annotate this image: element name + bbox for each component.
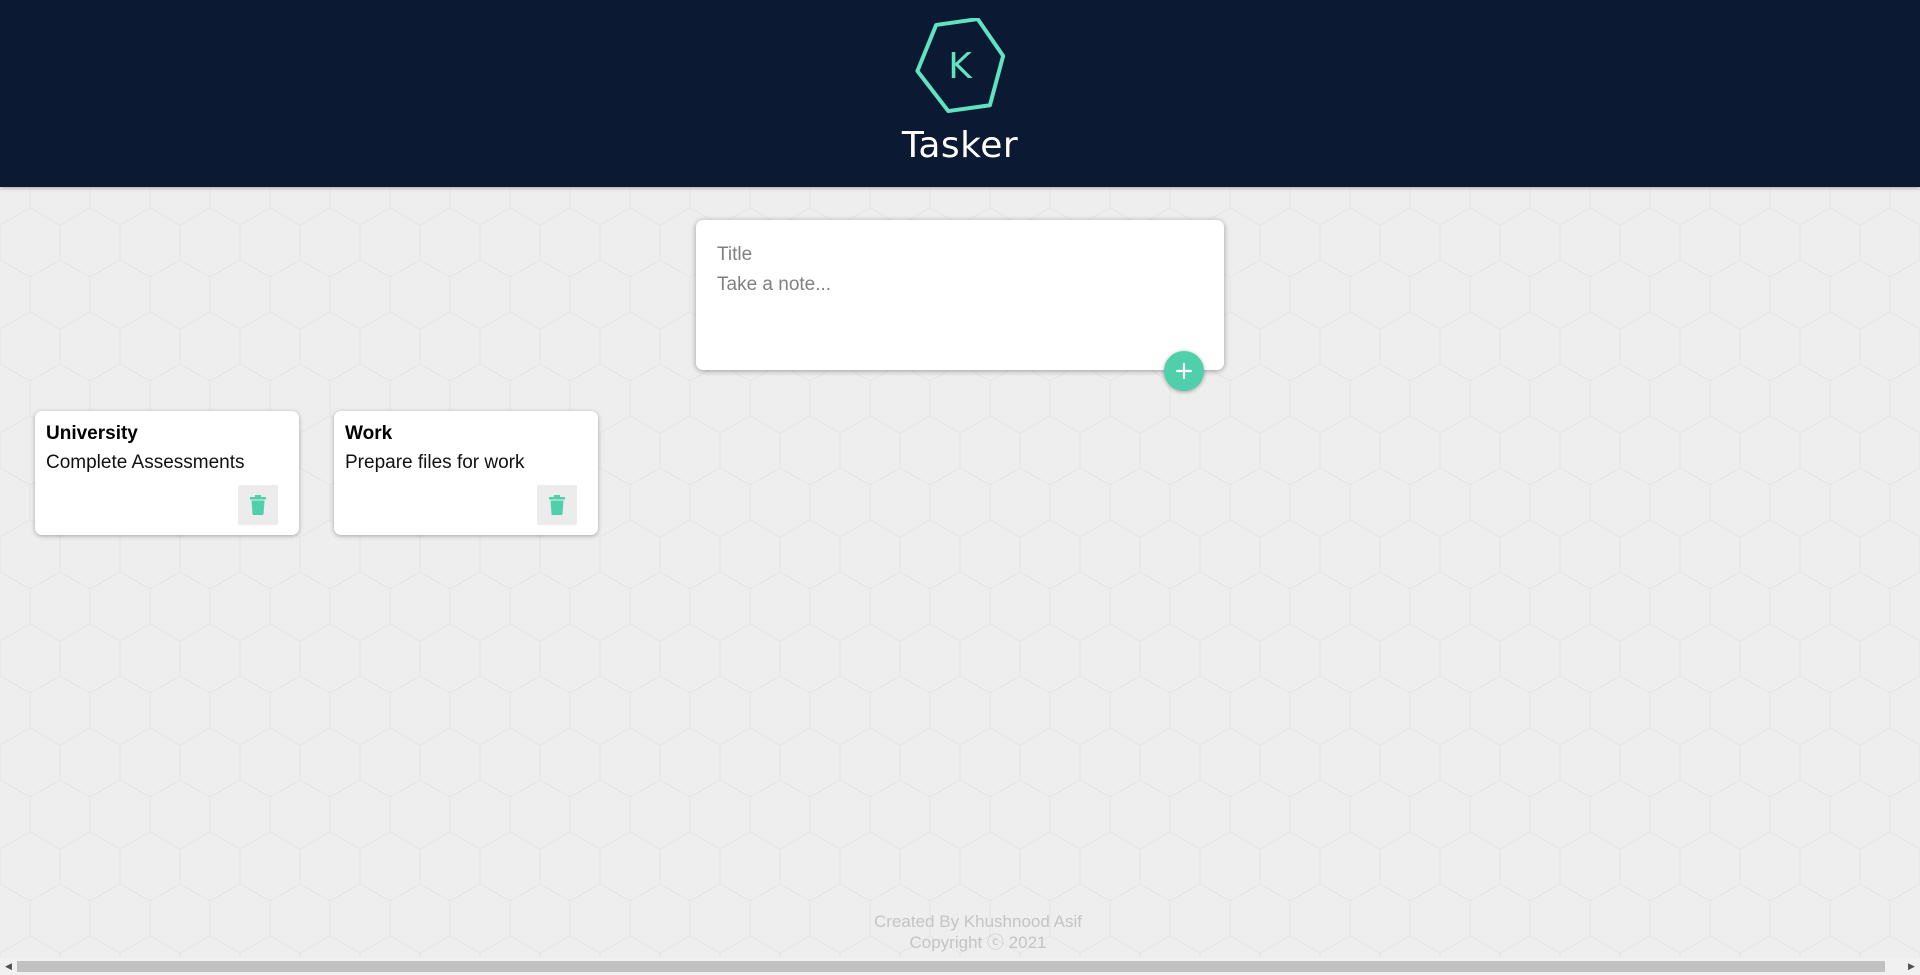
logo-letter: K (948, 46, 973, 87)
note-content-input[interactable] (717, 274, 1197, 334)
create-note-form (696, 220, 1224, 370)
scrollbar-thumb[interactable] (17, 961, 1885, 972)
trash-icon (549, 495, 565, 515)
note-content: Prepare files for work (345, 452, 525, 473)
app-title: Tasker (901, 125, 1019, 166)
note-title-input[interactable] (717, 242, 1197, 268)
horizontal-scrollbar[interactable]: ◀ ▶ (0, 958, 1920, 975)
delete-note-button[interactable] (537, 485, 577, 525)
delete-note-button[interactable] (238, 485, 278, 525)
add-note-button[interactable] (1164, 351, 1204, 391)
note-title: University (46, 423, 138, 444)
note-title: Work (345, 423, 393, 444)
trash-icon (250, 495, 266, 515)
scroll-right-arrow-icon[interactable]: ▶ (1903, 958, 1920, 975)
page-footer: Created By Khushnood Asif Copyright ⓒ 20… (0, 911, 1920, 953)
note-card: University Complete Assessments (35, 411, 299, 535)
note-card: Work Prepare files for work (334, 411, 598, 535)
scroll-left-arrow-icon[interactable]: ◀ (0, 958, 17, 975)
app-header: K Tasker (0, 0, 1920, 187)
footer-credit: Created By Khushnood Asif (874, 912, 1082, 931)
hexagon-logo-icon: K (915, 18, 1006, 114)
plus-icon (1175, 362, 1193, 380)
footer-copyright: Copyright ⓒ 2021 (909, 933, 1047, 952)
note-content: Complete Assessments (46, 452, 245, 473)
